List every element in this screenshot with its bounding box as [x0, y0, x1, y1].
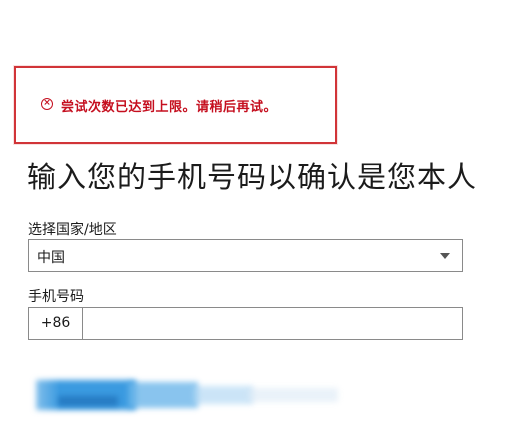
blurred-region — [128, 382, 198, 408]
blurred-action-area[interactable] — [28, 376, 358, 418]
country-select[interactable]: 中国 — [28, 239, 463, 272]
phone-label: 手机号码 — [28, 289, 84, 305]
country-code-prefix: +86 — [29, 308, 83, 339]
country-label: 选择国家/地区 — [28, 222, 117, 238]
fade-overlay — [0, 360, 60, 423]
country-selected-value: 中国 — [37, 250, 65, 266]
error-circle-icon: × — [41, 98, 53, 110]
error-alert: × 尝试次数已达到上限。请稍后再试。 — [14, 66, 337, 144]
phone-number-input[interactable] — [83, 308, 462, 339]
verification-page: × 尝试次数已达到上限。请稍后再试。 输入您的手机号码以确认是您本人 选择国家/… — [0, 0, 520, 423]
blurred-region — [58, 396, 118, 406]
chevron-down-icon — [440, 253, 450, 259]
phone-field: +86 — [28, 307, 463, 340]
page-title: 输入您的手机号码以确认是您本人 — [27, 160, 478, 194]
blurred-region — [193, 386, 253, 404]
blurred-region — [248, 388, 338, 402]
error-message: 尝试次数已达到上限。请稍后再试。 — [61, 100, 278, 115]
